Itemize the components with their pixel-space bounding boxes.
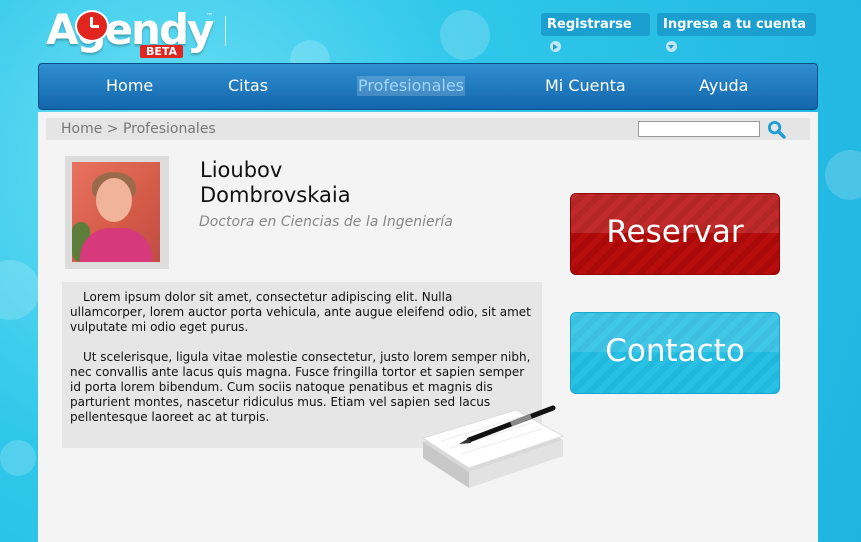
content-panel: Home > Profesionales Lioubov Dombrovskai…: [38, 112, 818, 542]
profile-name: Lioubov Dombrovskaia: [200, 158, 351, 208]
nav-item-profesionales[interactable]: Profesionales: [357, 76, 465, 96]
beta-badge: BETA: [140, 45, 184, 58]
background-bubble: [440, 10, 490, 60]
nav-item-ayuda[interactable]: Ayuda: [699, 76, 748, 96]
reserve-label: Reservar: [606, 214, 744, 250]
logo-text: Agendy: [46, 5, 214, 54]
agendy-logo[interactable]: Agendy BETA ™: [46, 4, 216, 60]
profile-title: Doctora en Ciencias de la Ingeniería: [199, 214, 453, 230]
register-button[interactable]: Registrarse: [541, 13, 650, 52]
bio-paragraph: Lorem ipsum dolor sit amet, consectetur …: [70, 290, 531, 334]
notepad-pen-icon: [421, 405, 565, 488]
header-divider: [225, 16, 226, 46]
reserve-button[interactable]: Reservar: [570, 193, 780, 275]
search-input[interactable]: [638, 121, 760, 137]
register-label: Registrarse: [547, 17, 632, 32]
profile-photo: [72, 162, 160, 262]
nav-item-home[interactable]: Home: [106, 76, 153, 96]
background-bubble: [825, 150, 861, 200]
arrow-right-icon: [550, 41, 561, 52]
nav-item-citas[interactable]: Citas: [228, 76, 268, 96]
login-label: Ingresa a tu cuenta: [663, 17, 806, 32]
nav-item-mi-cuenta[interactable]: Mi Cuenta: [545, 76, 626, 96]
profile-last-name: Dombrovskaia: [200, 183, 351, 207]
chevron-down-icon: [666, 41, 677, 52]
trademark-mark: ™: [206, 12, 213, 20]
background-bubble: [0, 260, 40, 320]
contact-label: Contacto: [605, 333, 745, 369]
clock-icon: [75, 10, 109, 42]
login-button[interactable]: Ingresa a tu cuenta: [657, 13, 816, 52]
search-icon[interactable]: [767, 120, 786, 139]
contact-button[interactable]: Contacto: [570, 312, 780, 394]
breadcrumb[interactable]: Home > Profesionales: [61, 121, 216, 137]
profile-first-name: Lioubov: [200, 158, 283, 182]
profile-photo-frame: [65, 156, 169, 269]
main-nav: Home Citas Profesionales Mi Cuenta Ayuda: [38, 63, 818, 110]
background-bubble: [0, 440, 36, 476]
